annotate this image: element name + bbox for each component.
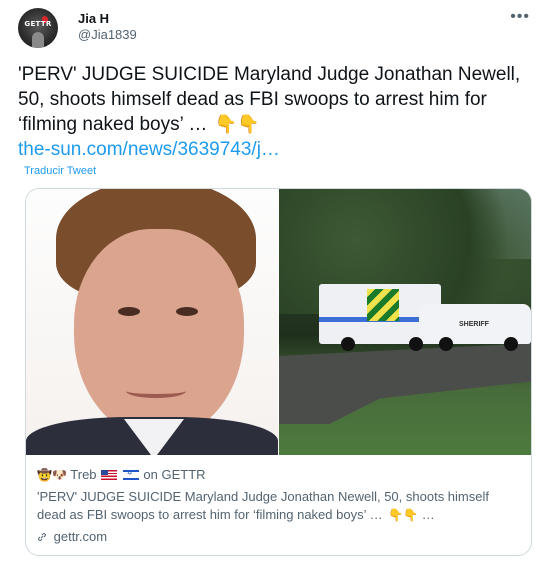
translate-tweet-link[interactable]: Traducir Tweet [24, 165, 96, 177]
us-flag-icon [101, 470, 118, 480]
author-name[interactable]: Jia H [78, 11, 109, 26]
more-options-icon[interactable]: ••• [510, 8, 530, 26]
portrait-eye-right [176, 307, 198, 316]
tweet-text: 'PERV' JUDGE SUICIDE Maryland Judge Jona… [18, 64, 521, 135]
cowboy-dog-emoji: 🤠🐶 [37, 468, 67, 482]
card-domain-row: gettr.com [37, 529, 521, 544]
link-card[interactable]: SHERIFF 🤠🐶 Treb on GETTR 'PERV' JUDGE SU… [25, 188, 532, 556]
card-source-suffix: on GETTR [143, 467, 206, 482]
link-icon [38, 533, 46, 541]
avatar[interactable]: GETTR [18, 8, 58, 48]
card-source: 🤠🐶 Treb on GETTR [37, 467, 521, 485]
ambulance-wheel [341, 337, 355, 351]
portrait-face [74, 229, 244, 439]
card-meta: 🤠🐶 Treb on GETTR 'PERV' JUDGE SUICIDE Ma… [37, 467, 521, 544]
card-domain: gettr.com [53, 529, 108, 544]
ambulance-wheel [409, 337, 423, 351]
pointing-down-emoji: 👇👇 [214, 114, 260, 134]
tweet-header: GETTR Jia H @Jia1839 ••• [18, 8, 534, 48]
author-handle[interactable]: @Jia1839 [78, 27, 137, 42]
scene-road [279, 343, 531, 424]
portrait-eye-left [118, 307, 140, 316]
card-image-scene[interactable]: SHERIFF [279, 189, 531, 455]
avatar-logo-text: GETTR [24, 20, 52, 28]
avatar-figure [32, 32, 44, 48]
card-image-portrait[interactable] [26, 189, 278, 455]
pointing-down-emoji: 👇👇 [388, 508, 419, 522]
tweet-link[interactable]: the-sun.com/news/3639743/j… [18, 139, 280, 160]
sheriff-wheel [439, 337, 453, 351]
tweet-body: 'PERV' JUDGE SUICIDE Maryland Judge Jona… [18, 62, 528, 162]
sheriff-label: SHERIFF [459, 321, 489, 328]
card-description-ellipsis: … [421, 507, 435, 522]
card-source-user: Treb [70, 467, 97, 482]
ambulance-chevrons [367, 289, 399, 321]
card-description: 'PERV' JUDGE SUICIDE Maryland Judge Jona… [37, 488, 517, 524]
israel-flag-icon [122, 469, 139, 480]
sheriff-wheel [504, 337, 518, 351]
portrait-mouth [126, 384, 186, 398]
